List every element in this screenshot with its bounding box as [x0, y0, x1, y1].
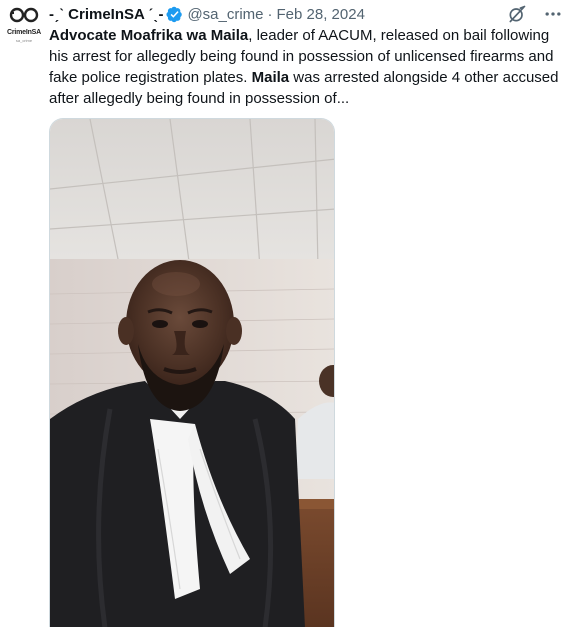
avatar[interactable]: CrimeInSA sa_crime — [4, 4, 44, 44]
tweet-text: Advocate Moafrika wa Maila, leader of AA… — [49, 25, 565, 109]
handcuffs-icon — [9, 7, 39, 23]
account-handle[interactable]: @sa_crime — [187, 6, 263, 23]
verified-badge-icon[interactable] — [166, 6, 183, 23]
tweet-card[interactable]: CrimeInSA sa_crime -ˏˋ CrimeInSA ˊˎ- @sa… — [0, 0, 571, 627]
header-actions — [507, 4, 563, 24]
more-icon[interactable] — [543, 4, 563, 24]
display-name[interactable]: -ˏˋ CrimeInSA ˊˎ- — [49, 6, 163, 23]
photo-content — [50, 119, 334, 627]
tweet-text-bold-surname: Maila — [251, 69, 290, 86]
avatar-sublabel: sa_crime — [15, 38, 33, 43]
post-date[interactable]: Feb 28, 2024 — [277, 6, 365, 23]
tweet-header: -ˏˋ CrimeInSA ˊˎ- @sa_crime · Feb 28, 20… — [49, 4, 365, 24]
tweet-photo[interactable] — [49, 118, 335, 627]
grok-icon[interactable] — [507, 4, 527, 24]
avatar-label: CrimeInSA — [7, 29, 41, 36]
header-separator: · — [267, 5, 273, 23]
tweet-text-bold-name: Advocate Moafrika wa Maila — [49, 27, 249, 44]
